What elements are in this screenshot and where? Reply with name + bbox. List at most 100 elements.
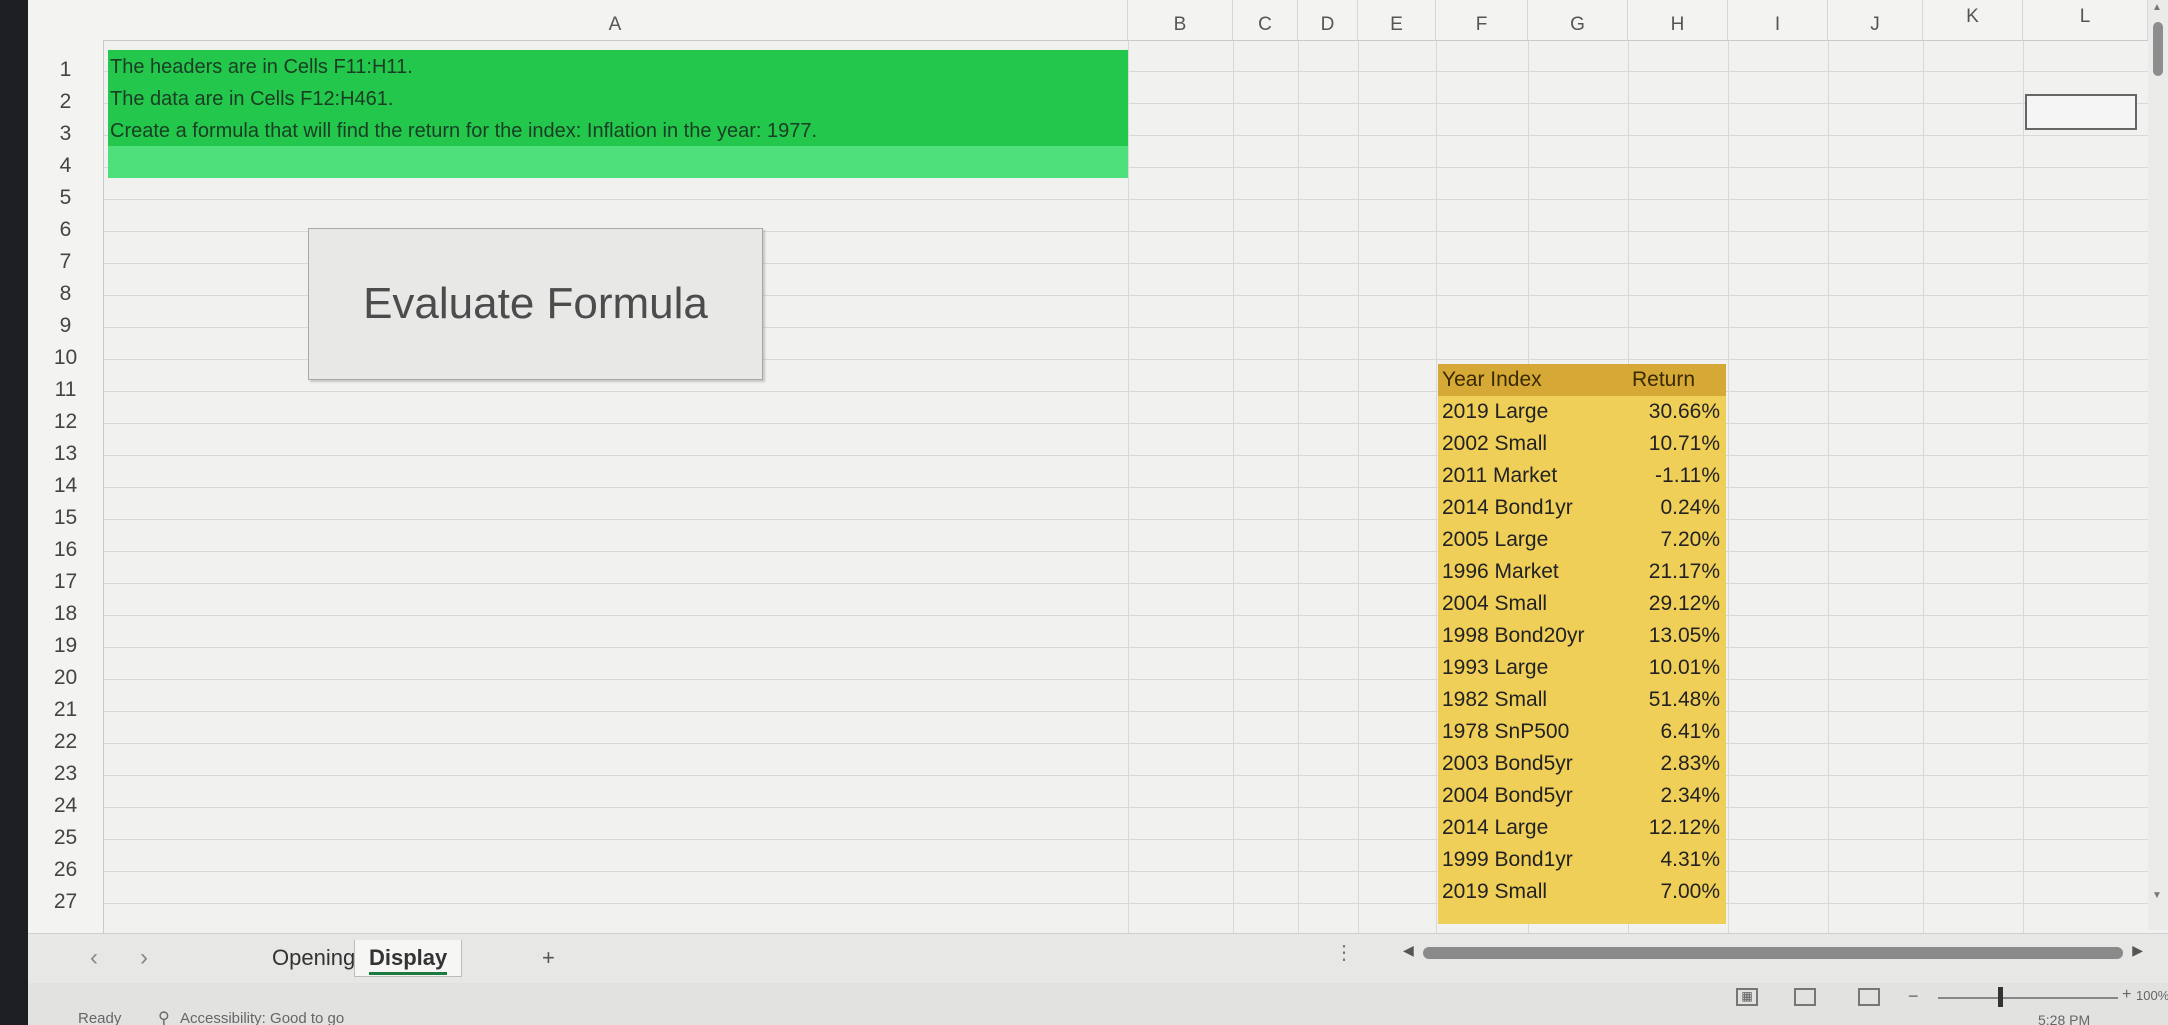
horizontal-scroll-thumb[interactable] xyxy=(1423,947,2123,959)
instruction-line-3[interactable]: Create a formula that will find the retu… xyxy=(110,120,817,143)
scroll-up-arrow-icon[interactable]: ▲ xyxy=(2152,2,2162,13)
tab-splitter-handle-icon[interactable]: ⋮ xyxy=(1334,940,1354,965)
instruction-line-2[interactable]: The data are in Cells F12:H461. xyxy=(110,88,394,111)
column-header-l[interactable]: L xyxy=(2023,0,2148,40)
row-header[interactable]: 14 xyxy=(28,474,103,498)
status-accessibility[interactable]: Accessibility: Good to go xyxy=(180,1010,344,1025)
row-header[interactable]: 9 xyxy=(28,314,103,338)
table-cell-return[interactable]: 10.71% xyxy=(1649,432,1720,456)
table-cell-year-index[interactable]: 1999 Bond1yr xyxy=(1442,848,1573,872)
row-header[interactable]: 7 xyxy=(28,250,103,274)
row-header[interactable]: 24 xyxy=(28,794,103,818)
table-cell-year-index[interactable]: 2019 Large xyxy=(1442,400,1548,424)
instruction-line-1[interactable]: The headers are in Cells F11:H11. xyxy=(110,56,413,79)
scroll-left-arrow-icon[interactable]: ◀ xyxy=(1403,942,1414,959)
page-layout-view-icon[interactable] xyxy=(1794,988,1816,1006)
table-cell-return[interactable]: 13.05% xyxy=(1649,624,1720,648)
row-header[interactable]: 26 xyxy=(28,858,103,882)
zoom-out-button[interactable]: − xyxy=(1908,986,1919,1007)
table-cell-return[interactable]: 2.83% xyxy=(1660,752,1720,776)
row-header[interactable]: 8 xyxy=(28,282,103,306)
table-cell-return[interactable]: -1.11% xyxy=(1655,464,1720,488)
row-header[interactable]: 25 xyxy=(28,826,103,850)
column-header-d[interactable]: D xyxy=(1298,0,1358,40)
tab-display[interactable]: Display xyxy=(354,940,463,977)
scroll-down-arrow-icon[interactable]: ▼ xyxy=(2152,890,2162,901)
add-sheet-button[interactable]: + xyxy=(528,940,569,976)
column-header-i[interactable]: I xyxy=(1728,0,1828,40)
table-cell-return[interactable]: 51.48% xyxy=(1649,688,1720,712)
row-header[interactable]: 4 xyxy=(28,154,103,178)
table-cell-year-index[interactable]: 2004 Small xyxy=(1442,592,1547,616)
zoom-in-button[interactable]: + xyxy=(2122,986,2131,1004)
row-header[interactable]: 23 xyxy=(28,762,103,786)
tab-opening[interactable]: Opening xyxy=(258,940,369,976)
table-cell-year-index[interactable]: 1998 Bond20yr xyxy=(1442,624,1584,648)
table-cell-return[interactable]: 30.66% xyxy=(1649,400,1720,424)
table-cell-year-index[interactable]: 2014 Large xyxy=(1442,816,1548,840)
row-header[interactable]: 16 xyxy=(28,538,103,562)
header-return[interactable]: Return xyxy=(1632,368,1695,392)
zoom-slider[interactable] xyxy=(1938,997,2118,999)
normal-view-icon[interactable]: ▦ xyxy=(1736,988,1758,1006)
column-header-j[interactable]: J xyxy=(1828,0,1923,40)
table-cell-return[interactable]: 12.12% xyxy=(1649,816,1720,840)
table-cell-return[interactable]: 4.31% xyxy=(1660,848,1720,872)
row-header[interactable]: 27 xyxy=(28,890,103,914)
vertical-scroll-thumb[interactable] xyxy=(2153,22,2163,76)
row-header[interactable]: 12 xyxy=(28,410,103,434)
row-header[interactable]: 22 xyxy=(28,730,103,754)
row-header[interactable]: 5 xyxy=(28,186,103,210)
table-cell-year-index[interactable]: 2005 Large xyxy=(1442,528,1548,552)
column-header-g[interactable]: G xyxy=(1528,0,1628,40)
table-cell-year-index[interactable]: 1996 Market xyxy=(1442,560,1559,584)
row-header[interactable]: 18 xyxy=(28,602,103,626)
table-cell-return[interactable]: 2.34% xyxy=(1660,784,1720,808)
next-sheet-arrow-icon[interactable]: › xyxy=(140,944,148,972)
row-header[interactable]: 19 xyxy=(28,634,103,658)
column-header-h[interactable]: H xyxy=(1628,0,1728,40)
table-cell-return[interactable]: 29.12% xyxy=(1649,592,1720,616)
table-cell-year-index[interactable]: 2019 Small xyxy=(1442,880,1547,904)
row-header[interactable]: 6 xyxy=(28,218,103,242)
row-header[interactable]: 11 xyxy=(28,378,103,402)
row-header[interactable]: 3 xyxy=(28,122,103,146)
table-cell-return[interactable]: 21.17% xyxy=(1649,560,1720,584)
column-header-b[interactable]: B xyxy=(1128,0,1233,40)
evaluate-formula-button[interactable]: Evaluate Formula xyxy=(308,228,763,380)
column-header-f[interactable]: F xyxy=(1436,0,1528,40)
table-cell-return[interactable]: 0.24% xyxy=(1660,496,1720,520)
row-header[interactable]: 15 xyxy=(28,506,103,530)
row-header[interactable]: 13 xyxy=(28,442,103,466)
column-header-k[interactable]: K xyxy=(1923,0,2023,40)
cell-l3-box[interactable] xyxy=(2025,94,2137,130)
zoom-slider-knob[interactable] xyxy=(1998,987,2003,1007)
accessibility-icon[interactable]: ⚲ xyxy=(158,1008,170,1025)
table-cell-year-index[interactable]: 2003 Bond5yr xyxy=(1442,752,1573,776)
horizontal-scrollbar[interactable]: ◀ ▶ xyxy=(1403,942,2143,964)
table-cell-year-index[interactable]: 1993 Large xyxy=(1442,656,1548,680)
header-year-index[interactable]: Year Index xyxy=(1442,368,1542,392)
vertical-scrollbar[interactable]: ▲ ▼ xyxy=(2148,0,2168,930)
page-break-view-icon[interactable] xyxy=(1858,988,1880,1006)
column-header-c[interactable]: C xyxy=(1233,0,1298,40)
scroll-right-arrow-icon[interactable]: ▶ xyxy=(2132,942,2143,959)
table-cell-year-index[interactable]: 1978 SnP500 xyxy=(1442,720,1569,744)
row-header[interactable]: 20 xyxy=(28,666,103,690)
column-header-a[interactable]: A xyxy=(103,0,1128,40)
table-cell-year-index[interactable]: 1982 Small xyxy=(1442,688,1547,712)
table-cell-year-index[interactable]: 2011 Market xyxy=(1442,464,1557,488)
table-cell-year-index[interactable]: 2014 Bond1yr xyxy=(1442,496,1573,520)
table-cell-year-index[interactable]: 2002 Small xyxy=(1442,432,1547,456)
row-header[interactable]: 21 xyxy=(28,698,103,722)
row-header[interactable]: 1 xyxy=(28,58,103,82)
table-cell-return[interactable]: 7.00% xyxy=(1660,880,1720,904)
row-header[interactable]: 10 xyxy=(28,346,103,370)
zoom-level[interactable]: 100% xyxy=(2136,988,2168,1003)
table-cell-return[interactable]: 7.20% xyxy=(1660,528,1720,552)
table-cell-return[interactable]: 10.01% xyxy=(1649,656,1720,680)
table-cell-return[interactable]: 6.41% xyxy=(1660,720,1720,744)
prev-sheet-arrow-icon[interactable]: ‹ xyxy=(90,944,98,972)
row-header[interactable]: 2 xyxy=(28,90,103,114)
table-cell-year-index[interactable]: 2004 Bond5yr xyxy=(1442,784,1573,808)
